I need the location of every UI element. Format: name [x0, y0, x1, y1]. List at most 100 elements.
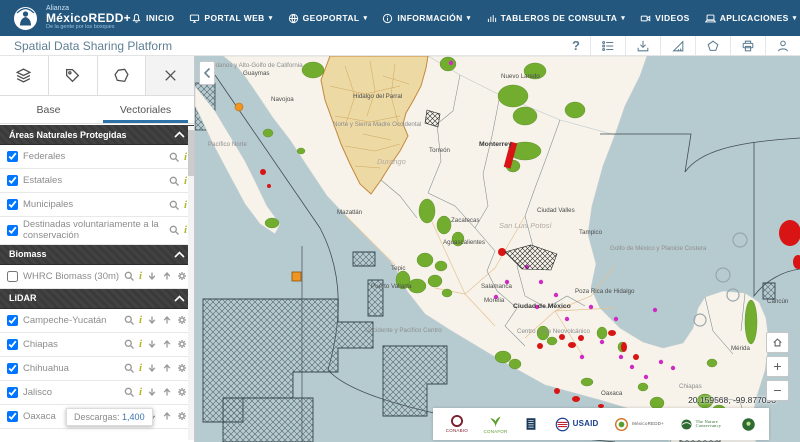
zoom-icon[interactable]: [169, 200, 179, 210]
magenta-dot: [539, 280, 543, 284]
section-header-biomass[interactable]: Biomass: [0, 245, 194, 265]
nav-item-geoportal[interactable]: GEOPORTAL▾: [288, 13, 368, 24]
help-icon: ?: [572, 38, 580, 53]
zoom-icon[interactable]: [124, 315, 134, 325]
layer-checkbox[interactable]: [7, 387, 18, 398]
settings-icon[interactable]: [177, 411, 187, 421]
down-icon[interactable]: [147, 363, 157, 373]
red-patch: [537, 343, 543, 349]
down-icon[interactable]: [147, 315, 157, 325]
sidebar-scrollbar[interactable]: [188, 126, 194, 440]
layer-row-federales: Federalesi: [0, 145, 194, 169]
info-icon[interactable]: i: [139, 339, 142, 349]
map-label: Navojoa: [271, 96, 294, 103]
nav-item-informacion[interactable]: INFORMACIÓN▾: [382, 13, 470, 24]
green-patch: [707, 359, 717, 367]
settings-icon[interactable]: [177, 271, 187, 281]
map-label: Médanos y Alto-Golfo de California: [207, 62, 303, 69]
info-icon[interactable]: i: [184, 176, 187, 186]
layer-label: Campeche-Yucatán: [23, 315, 124, 326]
tab-layers[interactable]: [0, 56, 49, 95]
brand[interactable]: Alianza MéxicoREDD+ De la gente por los …: [12, 5, 131, 32]
zoom-icon[interactable]: [124, 271, 134, 281]
panel-close-button[interactable]: [146, 56, 194, 95]
tab-tags[interactable]: [49, 56, 98, 95]
up-icon[interactable]: [162, 271, 172, 281]
map-label: Mérida: [731, 345, 750, 352]
settings-icon[interactable]: [177, 315, 187, 325]
info-icon[interactable]: i: [139, 315, 142, 325]
zoom-icon[interactable]: [124, 387, 134, 397]
layer-list: Áreas Naturales ProtegidasFederalesiEsta…: [0, 125, 194, 442]
chevron-down-icon: ▾: [621, 14, 625, 22]
layer-checkbox[interactable]: [7, 271, 18, 282]
down-icon[interactable]: [147, 339, 157, 349]
magenta-dot: [589, 305, 593, 309]
layer-checkbox[interactable]: [7, 199, 18, 210]
layer-checkbox[interactable]: [7, 363, 18, 374]
map-area[interactable]: Médanos y Alto-Golfo de CaliforniaPacífi…: [195, 56, 800, 442]
tab-shapes[interactable]: [98, 56, 147, 95]
layer-tools: i: [169, 176, 187, 186]
zoom-icon[interactable]: [169, 225, 179, 235]
down-icon[interactable]: [147, 271, 157, 281]
info-icon[interactable]: i: [139, 387, 142, 397]
nav-item-portal-web[interactable]: PORTAL WEB▾: [189, 13, 272, 24]
up-icon[interactable]: [162, 339, 172, 349]
zoom-in-button[interactable]: [766, 356, 789, 377]
download-button[interactable]: [625, 36, 660, 55]
legend-button[interactable]: [590, 36, 625, 55]
down-icon[interactable]: [147, 387, 157, 397]
nav-item-inicio[interactable]: INICIO: [131, 13, 174, 24]
layer-checkbox[interactable]: [7, 315, 18, 326]
map-canvas[interactable]: Médanos y Alto-Golfo de CaliforniaPacífi…: [195, 56, 800, 442]
layer-row-estatales: Estatalesi: [0, 169, 194, 193]
orange-circle-marker[interactable]: [235, 103, 243, 111]
layer-checkbox[interactable]: [7, 339, 18, 350]
settings-icon[interactable]: [177, 387, 187, 397]
info-icon[interactable]: i: [184, 152, 187, 162]
zoom-icon[interactable]: [169, 176, 179, 186]
print-button[interactable]: [730, 36, 765, 55]
content: BaseVectoriales Áreas Naturales Protegid…: [0, 56, 800, 442]
zoom-out-button[interactable]: [766, 380, 789, 401]
scrollbar-thumb[interactable]: [188, 130, 194, 176]
zoom-icon[interactable]: [124, 363, 134, 373]
nav-item-videos[interactable]: VIDEOS: [640, 13, 690, 24]
settings-icon[interactable]: [177, 339, 187, 349]
map-label: Golfo de México y Planicie Costera: [610, 245, 707, 252]
up-icon[interactable]: [162, 411, 172, 421]
tab-vectoriales[interactable]: Vectoriales: [97, 96, 194, 123]
nav-item-tableros-de-consulta[interactable]: TABLEROS DE CONSULTA▾: [486, 13, 626, 24]
zoom-icon[interactable]: [124, 339, 134, 349]
orange-square-marker[interactable]: [292, 272, 301, 281]
measure-icon: [671, 39, 685, 53]
info-icon[interactable]: i: [184, 200, 187, 210]
magenta-dot: [630, 365, 634, 369]
info-icon[interactable]: i: [139, 271, 142, 281]
layer-checkbox[interactable]: [7, 175, 18, 186]
sidebar-collapse-button[interactable]: [199, 61, 215, 85]
help-button[interactable]: ?: [562, 36, 590, 55]
up-icon[interactable]: [162, 315, 172, 325]
draw-polygon-button[interactable]: [695, 36, 730, 55]
layer-checkbox[interactable]: [7, 411, 18, 422]
layer-checkbox[interactable]: [7, 151, 18, 162]
up-icon[interactable]: [162, 363, 172, 373]
nav-item-aplicaciones[interactable]: APLICACIONES▾: [705, 13, 797, 24]
home-extent-button[interactable]: [766, 332, 789, 353]
up-icon[interactable]: [162, 387, 172, 397]
info-icon[interactable]: i: [139, 363, 142, 373]
info-icon[interactable]: i: [184, 225, 187, 235]
measure-button[interactable]: [660, 36, 695, 55]
section-header-areas-naturales-protegidas[interactable]: Áreas Naturales Protegidas: [0, 125, 194, 145]
magenta-dot: [644, 375, 648, 379]
layer-tools: i: [124, 339, 187, 349]
user-button[interactable]: [765, 36, 800, 55]
layer-checkbox[interactable]: [7, 225, 18, 236]
section-header-lidar[interactable]: LiDAR: [0, 289, 194, 309]
zoom-icon[interactable]: [169, 152, 179, 162]
settings-icon[interactable]: [177, 363, 187, 373]
descargas-label: Descargas:: [74, 412, 120, 422]
tab-base[interactable]: Base: [0, 96, 97, 123]
